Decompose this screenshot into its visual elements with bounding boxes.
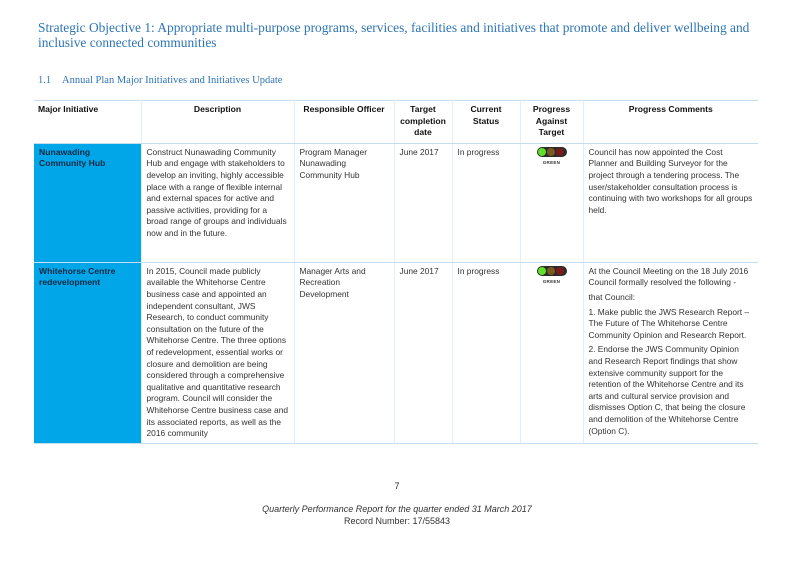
section-subheading: 1.1 Annual Plan Major Initiatives and Ini… [38,75,282,86]
current-status: In progress [451,143,520,263]
progress-comments: Council has now appointed the Cost Plann… [582,143,758,263]
section-title: Annual Plan Major Initiatives and Initia… [62,75,283,86]
section-number: 1.1 [38,75,52,86]
footer-record-number: Record Number: 17/55843 [343,516,451,526]
initiative-name: Whitehorse Centre redevelopment [34,262,141,445]
progress-label: GREEN [542,159,561,165]
header-progress-comments: Progress Comments [582,100,758,144]
target-date: June 2017 [393,262,452,445]
table-header-row: Major Initiative Description Responsible… [34,100,758,144]
header-responsible-officer: Responsible Officer [293,100,394,144]
strategic-objective-heading: Strategic Objective 1: Appropriate multi… [38,20,750,50]
progress-cell: GREEN [519,262,583,445]
progress-label: GREEN [542,278,561,284]
traffic-light-green-icon: GREEN [534,146,570,165]
initiative-name: Nunawading Community Hub [34,143,141,263]
current-status: In progress [451,262,520,445]
comment-paragraph: 2. Endorse the JWS Community Opinion and… [588,344,746,436]
header-description: Description [140,100,294,144]
traffic-light-green-icon: GREEN [534,265,570,284]
header-target-date: Target completion date [393,100,452,144]
comment-paragraph: Council has now appointed the Cost Plann… [588,146,753,215]
table-row: Whitehorse Centre redevelopment In 2015,… [34,262,758,445]
comment-paragraph: At the Council Meeting on the 18 July 20… [588,265,749,288]
comment-paragraph: 1. Make public the JWS Research Report –… [588,306,750,340]
initiative-description: Construct Nunawading Community Hub and e… [140,143,294,263]
responsible-officer: Program Manager Nunawading Community Hub [293,143,394,263]
initiative-description: In 2015, Council made publicly available… [140,262,294,445]
header-current-status: Current Status [451,100,520,144]
footer-report-title: Quarterly Performance Report for the qua… [262,504,532,514]
progress-comments: At the Council Meeting on the 18 July 20… [582,262,758,445]
comment-paragraph: that Council: [588,291,636,302]
target-date: June 2017 [393,143,452,263]
table-row: Nunawading Community Hub Construct Nunaw… [34,143,758,263]
header-major-initiative: Major Initiative [34,100,141,144]
page-number: 7 [394,481,400,491]
responsible-officer: Manager Arts and Recreation Development [293,262,394,445]
header-progress: Progress Against Target [519,100,583,144]
progress-cell: GREEN [519,143,583,263]
initiatives-table: Major Initiative Description Responsible… [34,100,758,445]
